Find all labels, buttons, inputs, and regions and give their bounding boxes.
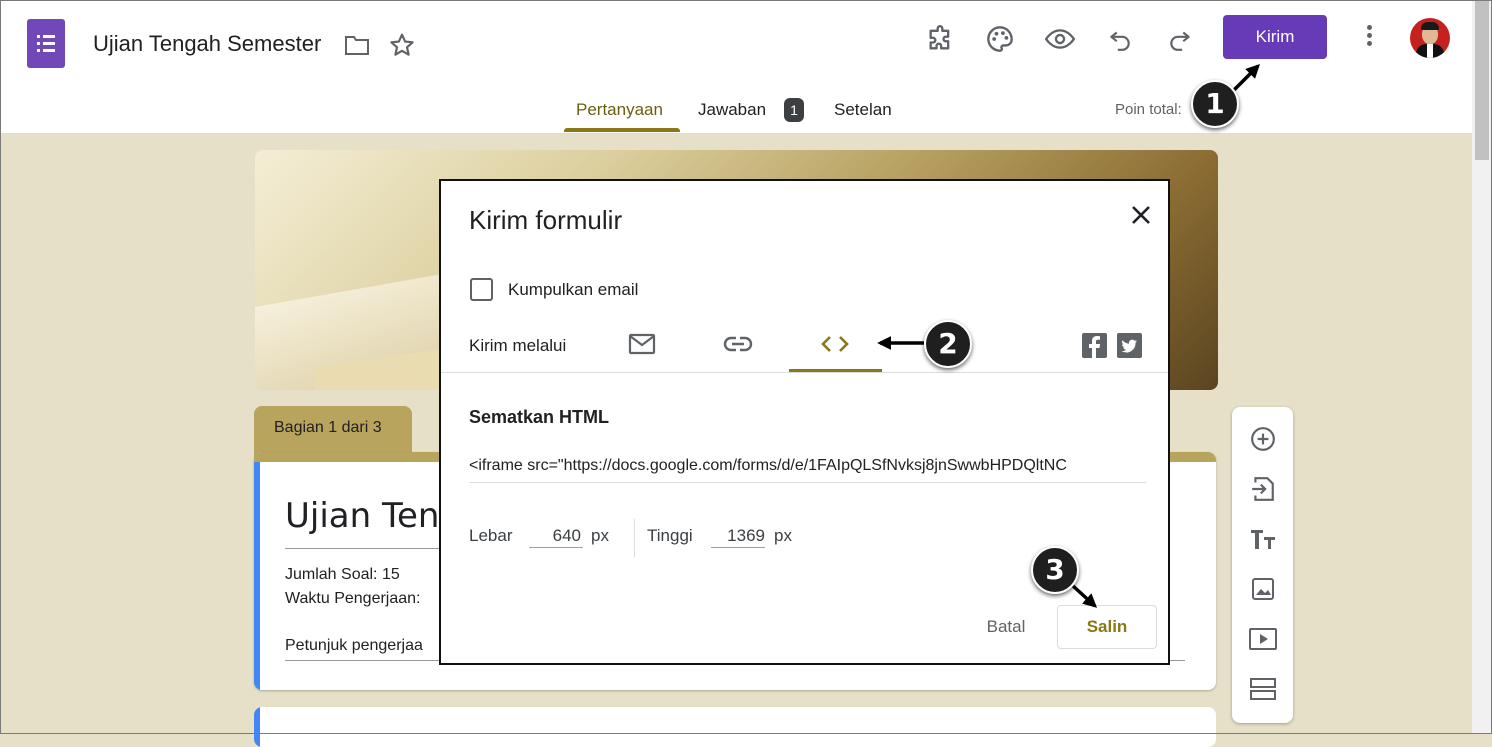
- annotation-marker-3: 3: [1031, 546, 1079, 594]
- embed-code-underline: [469, 482, 1146, 483]
- avatar-hair: [1421, 22, 1439, 30]
- video-icon[interactable]: [1249, 625, 1277, 653]
- form-description-line[interactable]: Waktu Pengerjaan:: [285, 590, 420, 608]
- collect-email-label[interactable]: Kumpulkan email: [508, 280, 638, 300]
- section-icon[interactable]: [1249, 675, 1277, 703]
- active-tab-indicator: [564, 128, 680, 132]
- logo-dot: [37, 42, 40, 45]
- copy-button[interactable]: Salin: [1057, 605, 1157, 649]
- import-questions-icon[interactable]: [1249, 475, 1277, 503]
- tab-responses[interactable]: Jawaban: [698, 100, 766, 120]
- cancel-button[interactable]: Batal: [971, 607, 1041, 647]
- app-header: Ujian Tengah Semester Kirim Pertanyaan J…: [0, 0, 1472, 134]
- form-title[interactable]: Ujian Teng: [285, 496, 461, 536]
- height-input-underline: [711, 547, 765, 548]
- card-focus-bar: [254, 462, 260, 690]
- undo-icon[interactable]: [1102, 21, 1138, 57]
- image-icon[interactable]: [1249, 575, 1277, 603]
- total-points-label: Poin total:: [1115, 101, 1182, 118]
- addons-puzzle-icon[interactable]: [922, 21, 958, 57]
- responses-count-badge: 1: [784, 98, 804, 122]
- card-focus-bar: [254, 707, 260, 747]
- logo-line: [43, 35, 55, 38]
- avatar-shirt: [1427, 44, 1433, 58]
- scrollbar-thumb[interactable]: [1475, 0, 1489, 160]
- link-icon[interactable]: [721, 329, 755, 359]
- logo-line: [43, 42, 55, 45]
- tab-settings[interactable]: Setelan: [834, 100, 892, 120]
- width-input[interactable]: 640: [529, 526, 581, 546]
- floating-toolbox: [1232, 407, 1293, 723]
- logo-line: [43, 49, 55, 52]
- close-icon[interactable]: [1129, 203, 1153, 227]
- embed-code-icon[interactable]: [818, 329, 852, 359]
- title-underline: [285, 548, 445, 549]
- form-description-line[interactable]: Petunjuk pengerjaa: [285, 637, 423, 655]
- width-label: Lebar: [469, 526, 513, 545]
- send-button[interactable]: Kirim: [1223, 15, 1327, 59]
- palette-icon[interactable]: [982, 21, 1018, 57]
- forms-logo-icon[interactable]: [27, 19, 65, 68]
- dialog-title: Kirim formulir: [469, 205, 623, 235]
- folder-icon[interactable]: [339, 27, 375, 63]
- tab-questions[interactable]: Pertanyaan: [576, 100, 663, 120]
- preview-eye-icon[interactable]: [1042, 21, 1078, 57]
- annotation-marker-2: 2: [924, 320, 972, 368]
- question-card[interactable]: [254, 707, 1216, 747]
- embed-code-field[interactable]: <iframe src="https://docs.google.com/for…: [469, 457, 1145, 475]
- avatar[interactable]: [1410, 18, 1450, 58]
- dimension-separator: [634, 519, 635, 557]
- embed-html-heading: Sematkan HTML: [469, 407, 610, 427]
- document-title[interactable]: Ujian Tengah Semester: [93, 31, 321, 57]
- annotation-marker-1: 1: [1191, 80, 1239, 128]
- section-label: Bagian 1 dari 3: [274, 419, 382, 436]
- facebook-icon[interactable]: [1082, 333, 1107, 358]
- width-input-underline: [529, 547, 583, 548]
- collect-email-checkbox[interactable]: [470, 278, 493, 301]
- send-via-label: Kirim melalui: [469, 336, 567, 355]
- height-unit: px: [774, 526, 792, 545]
- redo-icon[interactable]: [1162, 21, 1198, 57]
- logo-dot: [37, 35, 40, 38]
- more-vert-icon[interactable]: [1357, 22, 1381, 52]
- add-question-icon[interactable]: [1249, 425, 1277, 453]
- dialog-divider: [441, 372, 1168, 373]
- logo-dot: [37, 49, 40, 52]
- height-input[interactable]: 1369: [711, 526, 765, 546]
- title-text-icon[interactable]: [1249, 525, 1277, 553]
- email-icon[interactable]: [625, 329, 659, 359]
- width-unit: px: [591, 526, 609, 545]
- form-description-line[interactable]: Jumlah Soal: 15: [285, 566, 400, 584]
- height-label: Tinggi: [647, 526, 693, 545]
- star-icon[interactable]: [384, 27, 420, 63]
- twitter-icon[interactable]: [1117, 333, 1142, 358]
